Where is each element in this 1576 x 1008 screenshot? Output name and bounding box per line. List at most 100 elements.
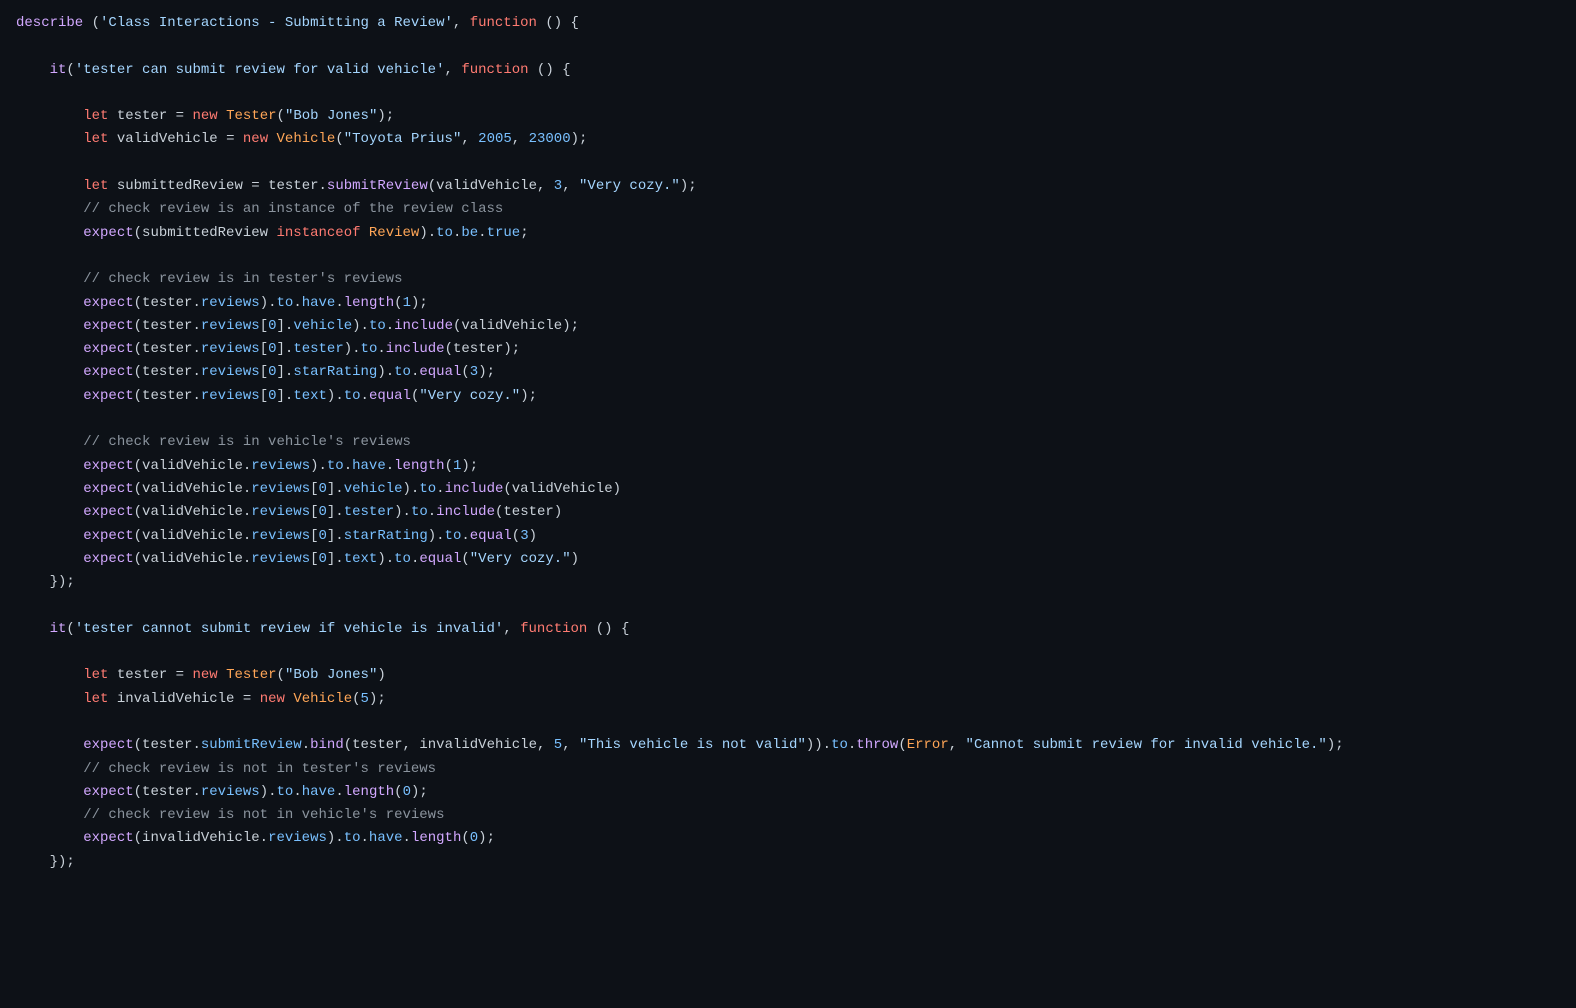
code-token: . [192, 295, 200, 311]
code-token: ). [327, 830, 344, 846]
code-token: )). [806, 737, 831, 753]
code-token: . [293, 784, 301, 800]
code-token: validVehicle [142, 551, 243, 567]
code-token: submitReview [327, 178, 428, 194]
code-token [16, 830, 83, 846]
code-token: ). [377, 551, 394, 567]
code-token: ( [277, 108, 285, 124]
code-token: expect [83, 341, 133, 357]
code-token: ]. [277, 318, 294, 334]
code-line: it('tester can submit review for valid v… [16, 62, 571, 78]
code-token: = [167, 667, 192, 683]
code-token: Vehicle [277, 131, 336, 147]
code-token: new [192, 667, 217, 683]
code-token: ; [520, 225, 528, 241]
code-token: ]. [327, 481, 344, 497]
code-token: 0 [403, 784, 411, 800]
code-token: ( [134, 225, 142, 241]
code-line: expect(tester.reviews[0].starRating).to.… [16, 364, 495, 380]
code-token: }); [16, 854, 75, 870]
code-line: describe ('Class Interactions - Submitti… [16, 15, 579, 31]
code-token: reviews [251, 504, 310, 520]
code-token: reviews [268, 830, 327, 846]
code-token [16, 458, 83, 474]
code-token: "Cannot submit review for invalid vehicl… [966, 737, 1327, 753]
code-token: tester [117, 108, 167, 124]
code-token: text [293, 388, 327, 404]
code-token: ]. [277, 388, 294, 404]
code-token: ); [461, 458, 478, 474]
code-token: submitReview [201, 737, 302, 753]
code-token: ). [260, 295, 277, 311]
code-token: describe [16, 15, 83, 31]
code-token: ) [554, 504, 562, 520]
code-token: () { [529, 62, 571, 78]
code-token: ( [134, 295, 142, 311]
code-token: ). [260, 784, 277, 800]
code-token: Tester [226, 667, 276, 683]
code-token: . [436, 481, 444, 497]
code-token: Error [907, 737, 949, 753]
code-token: ( [445, 458, 453, 474]
code-token: tester [117, 667, 167, 683]
code-token: tester [142, 784, 192, 800]
code-token: ( [445, 341, 453, 357]
code-token: to [327, 458, 344, 474]
code-token: ) [529, 528, 537, 544]
code-token: ( [512, 528, 520, 544]
code-line: let invalidVehicle = new Vehicle(5); [16, 691, 386, 707]
code-token: equal [419, 364, 461, 380]
code-line: expect(tester.submitReview.bind(tester, … [16, 737, 1344, 753]
code-token: submittedReview [142, 225, 268, 241]
code-token: ); [680, 178, 697, 194]
code-line: expect(tester.reviews).to.have.length(0)… [16, 784, 428, 800]
code-token: ]. [277, 341, 294, 357]
code-line: expect(validVehicle.reviews[0].text).to.… [16, 551, 579, 567]
code-token: 0 [268, 364, 276, 380]
code-token: to [361, 341, 378, 357]
code-token: to [344, 830, 361, 846]
code-token: invalidVehicle [117, 691, 235, 707]
code-token: validVehicle [142, 458, 243, 474]
code-token: ( [134, 551, 142, 567]
code-token: validVehicle [142, 481, 243, 497]
code-token [16, 528, 83, 544]
code-token: let [83, 178, 108, 194]
code-token: ( [134, 388, 142, 404]
code-token: "Bob Jones" [285, 108, 377, 124]
code-token: ); [411, 295, 428, 311]
code-token: // check review is an instance of the re… [83, 201, 503, 217]
code-token: expect [83, 318, 133, 334]
code-token: to [436, 225, 453, 241]
code-token: . [335, 784, 343, 800]
code-token: ). [310, 458, 327, 474]
code-token: . [192, 364, 200, 380]
code-token: reviews [201, 364, 260, 380]
code-token: ( [394, 295, 402, 311]
code-block: describe ( 'Class Interactions - Submitti… [16, 15, 1344, 870]
code-token: expect [83, 481, 133, 497]
code-token: reviews [251, 458, 310, 474]
code-token: have [302, 295, 336, 311]
code-token: "This vehicle is not valid" [579, 737, 806, 753]
code-token: ); [411, 784, 428, 800]
code-token: ); [1327, 737, 1344, 753]
code-line: expect(validVehicle.reviews[0].tester).t… [16, 504, 562, 520]
code-token: ); [377, 108, 394, 124]
code-token: tester [142, 737, 192, 753]
code-token [16, 737, 83, 753]
code-token: () { [587, 621, 629, 637]
code-token: 'Class Interactions - Submitting a Revie… [100, 15, 453, 31]
code-token: . [428, 504, 436, 520]
code-token: tester [142, 341, 192, 357]
code-token: ); [478, 364, 495, 380]
code-token: , [403, 737, 420, 753]
code-token: ( [428, 178, 436, 194]
code-token: ). [352, 318, 369, 334]
code-token [16, 807, 83, 823]
code-token [16, 761, 83, 777]
code-token: Tester [226, 108, 276, 124]
code-token: invalidVehicle [419, 737, 537, 753]
code-token: validVehicle [142, 528, 243, 544]
code-token: expect [83, 458, 133, 474]
